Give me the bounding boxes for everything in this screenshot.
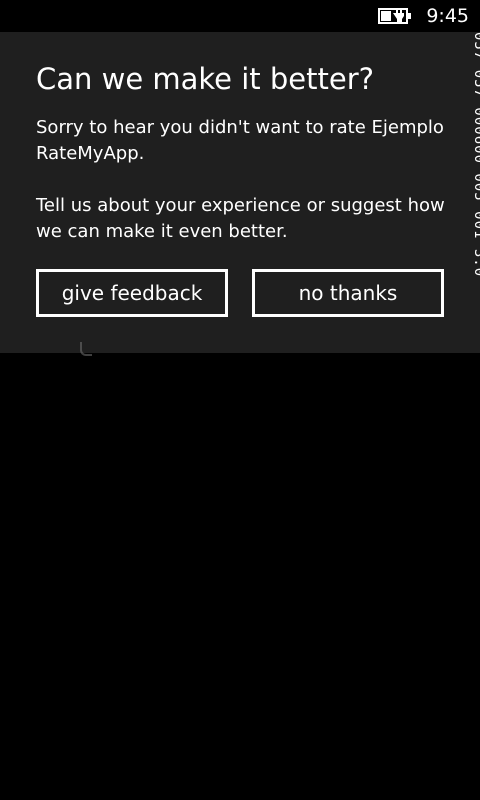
- obscured-content-fragment: [80, 342, 92, 356]
- battery-charging-icon: [378, 8, 411, 24]
- give-feedback-button[interactable]: give feedback: [36, 269, 228, 317]
- no-thanks-button[interactable]: no thanks: [252, 269, 444, 317]
- frame-rate-counter: 057 057 000600 005 001 3.0 ̀: [463, 32, 480, 392]
- dialog-title: Can we make it better?: [36, 62, 375, 96]
- frame-rate-counter-text: 057 057 000600 005 001 3.0 ̀: [471, 32, 480, 287]
- clock: 9:45: [426, 5, 469, 27]
- dialog-message: Sorry to hear you didn't want to rate Ej…: [36, 117, 444, 164]
- rate-feedback-dialog: Can we make it better? Sorry to hear you…: [0, 32, 480, 353]
- status-bar: 9:45: [0, 0, 480, 32]
- dialog-detail: Tell us about your experience or suggest…: [36, 195, 445, 242]
